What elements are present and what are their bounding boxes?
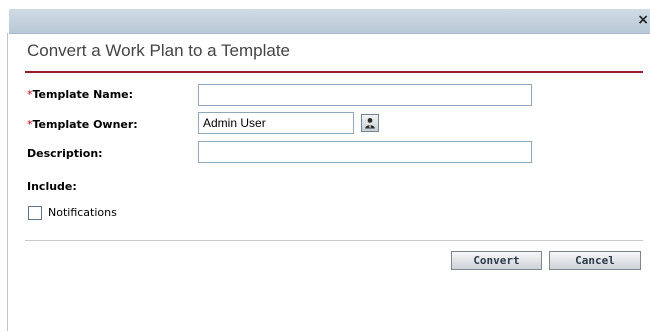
convert-button[interactable]: Convert	[451, 251, 542, 270]
template-name-input[interactable]	[198, 84, 532, 106]
description-label: Description:	[27, 147, 103, 160]
notifications-label[interactable]: Notifications	[48, 206, 117, 219]
include-label: Include:	[27, 180, 77, 193]
template-owner-label: *Template Owner:	[27, 118, 138, 131]
dialog-title: Convert a Work Plan to a Template	[27, 41, 291, 60]
cancel-button[interactable]: Cancel	[549, 251, 641, 270]
close-icon[interactable]: ×	[637, 12, 649, 28]
notifications-checkbox[interactable]	[28, 206, 42, 220]
dialog-left-border	[7, 33, 8, 331]
footer-divider	[25, 240, 643, 241]
template-owner-input[interactable]	[198, 112, 354, 134]
description-input[interactable]	[198, 141, 532, 163]
user-lookup-icon	[365, 118, 375, 129]
user-lookup-button[interactable]	[361, 114, 379, 132]
dialog-titlebar[interactable]: ×	[9, 9, 650, 34]
title-divider	[25, 71, 643, 73]
template-name-label: *Template Name:	[27, 88, 134, 101]
